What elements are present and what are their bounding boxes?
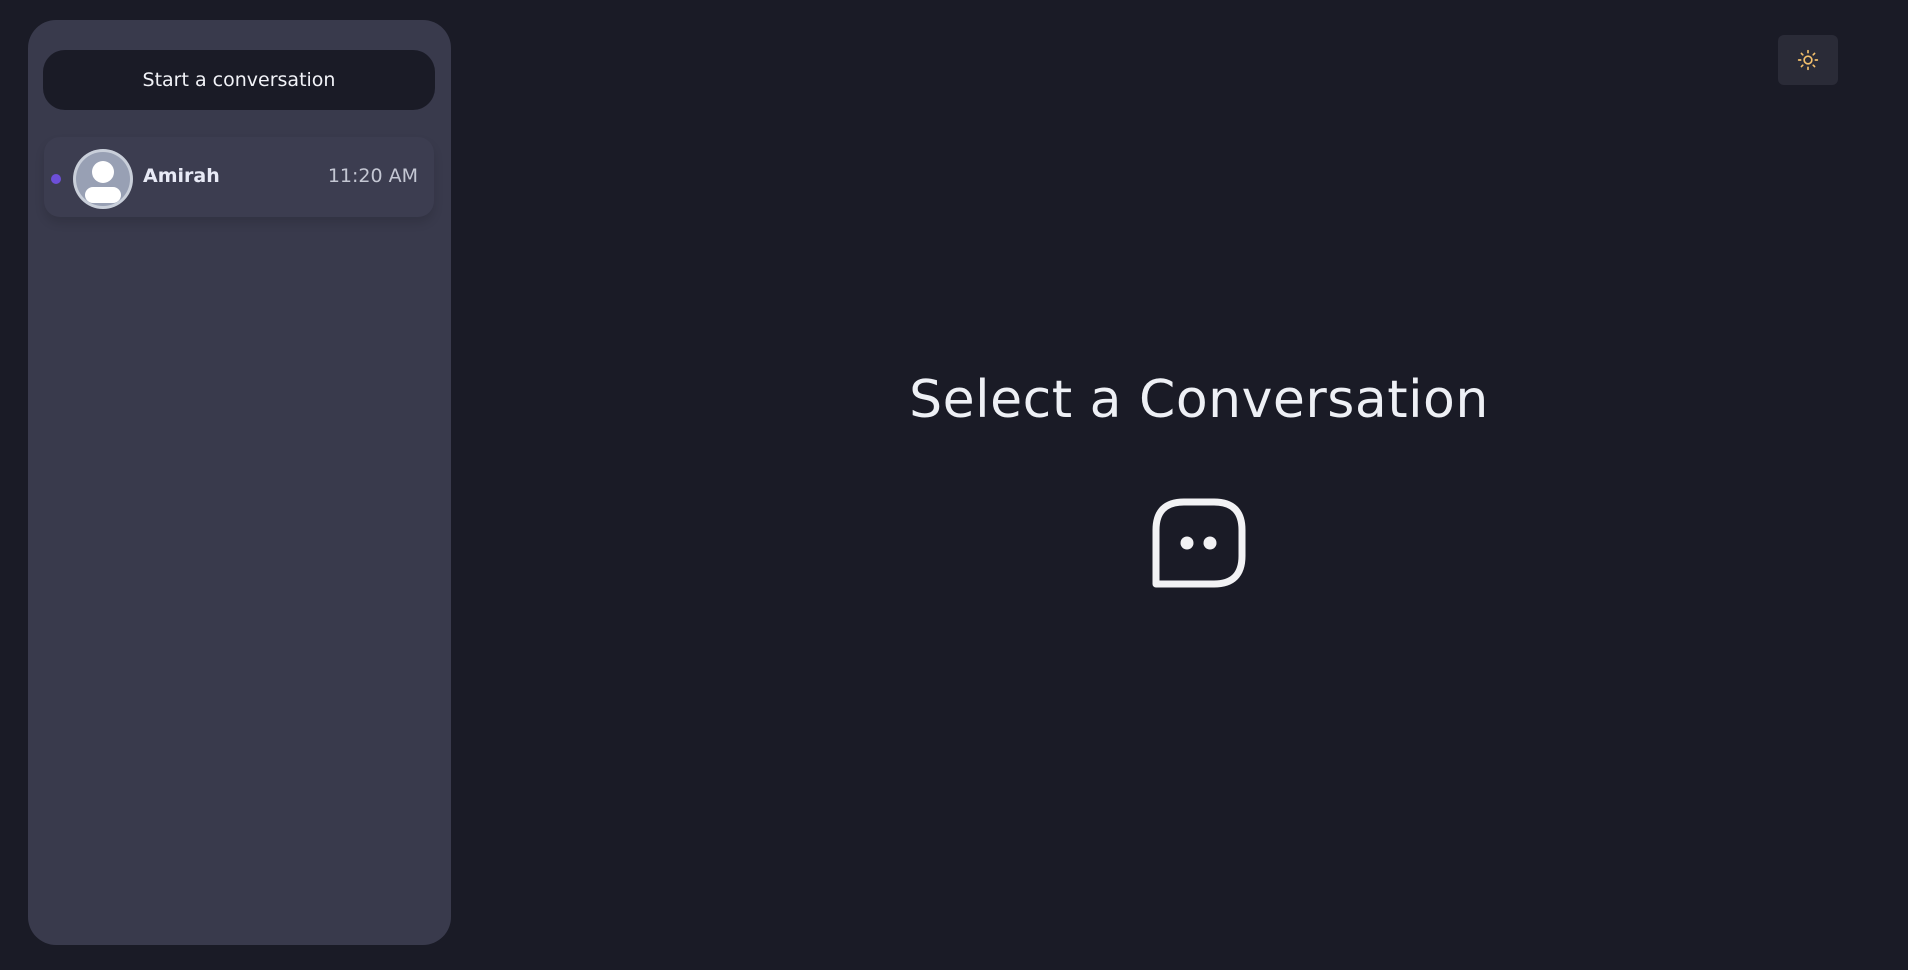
conversation-sidebar: Start a conversation Amirah 11:20 AM bbox=[28, 20, 451, 945]
conversation-contact-name: Amirah bbox=[143, 165, 220, 187]
theme-toggle-button[interactable] bbox=[1778, 35, 1838, 85]
chat-bubble-icon bbox=[1152, 498, 1246, 588]
conversation-timestamp: 11:20 AM bbox=[327, 165, 418, 187]
start-conversation-button[interactable]: Start a conversation bbox=[43, 50, 435, 110]
sun-icon bbox=[1797, 49, 1819, 71]
empty-state-title: Select a Conversation bbox=[909, 370, 1489, 430]
conversation-item-amirah[interactable]: Amirah 11:20 AM bbox=[44, 137, 434, 217]
unread-indicator bbox=[51, 174, 61, 184]
app-root: Start a conversation Amirah 11:20 AM Sel… bbox=[0, 0, 1908, 970]
user-avatar-icon bbox=[73, 149, 133, 209]
